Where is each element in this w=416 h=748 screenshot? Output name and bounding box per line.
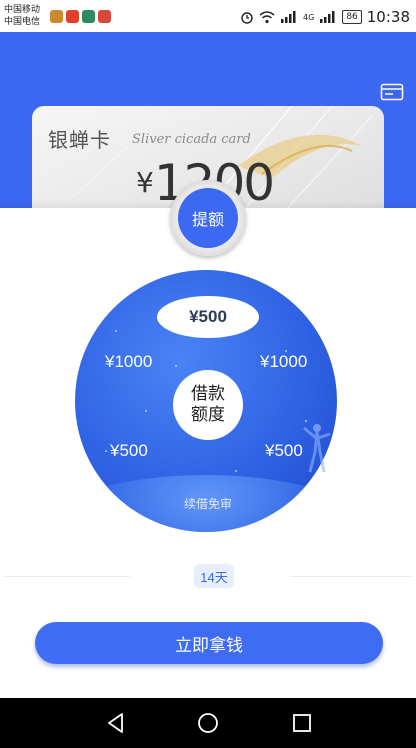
navigation-bar <box>0 698 416 748</box>
status-bar: 中国移动 中国电信 4G 86 10:38 <box>0 0 416 32</box>
renew-no-review-label: 续借免审 <box>183 497 232 511</box>
app-notification-icon <box>82 10 95 23</box>
carrier-1: 中国移动 <box>4 5 41 15</box>
figure-silhouette-icon <box>303 424 331 473</box>
center-label-line-1: 借款 <box>191 384 225 404</box>
amount-option-right-lower[interactable]: ¥500 <box>265 441 303 461</box>
signal-icon <box>320 11 335 23</box>
card-name: 银蝉卡 <box>48 128 111 152</box>
network-type: 4G <box>303 12 315 22</box>
card-icon[interactable] <box>380 82 404 102</box>
amount-option-right-upper[interactable]: ¥1000 <box>260 352 307 372</box>
wifi-icon <box>259 10 275 23</box>
signal-icon <box>281 11 296 23</box>
carrier-labels: 中国移动 中国电信 <box>4 4 40 28</box>
raise-limit-button[interactable]: 提额 <box>178 188 238 248</box>
back-triangle-icon[interactable] <box>103 710 129 736</box>
app-notification-icon <box>98 10 111 23</box>
period-divider-right <box>290 576 412 577</box>
notification-icons <box>50 10 111 23</box>
loan-period-chip[interactable]: 14天 <box>194 564 234 588</box>
weibo-notification-icon <box>66 10 79 23</box>
carrier-2: 中国电信 <box>4 17 41 27</box>
status-right: 4G 86 10:38 <box>240 8 410 26</box>
battery-indicator: 86 <box>342 10 362 24</box>
amount-option-selected[interactable]: ¥500 <box>157 296 259 338</box>
period-divider-left <box>4 576 130 577</box>
alarm-icon <box>241 12 253 24</box>
get-money-button[interactable]: 立即拿钱 <box>35 622 383 664</box>
loan-amount-center: 借款 额度 <box>173 370 243 440</box>
app-notification-icon <box>50 10 63 23</box>
card-subtitle: Sliver cicada card <box>132 132 251 147</box>
clock: 10:38 <box>366 8 410 26</box>
home-circle-icon[interactable] <box>195 710 221 736</box>
currency-symbol: ¥ <box>136 166 154 199</box>
recents-square-icon[interactable] <box>289 710 315 736</box>
amount-option-left-lower[interactable]: ¥500 <box>110 441 148 461</box>
center-label-line-2: 额度 <box>191 405 225 425</box>
amount-option-left-upper[interactable]: ¥1000 <box>105 352 152 372</box>
